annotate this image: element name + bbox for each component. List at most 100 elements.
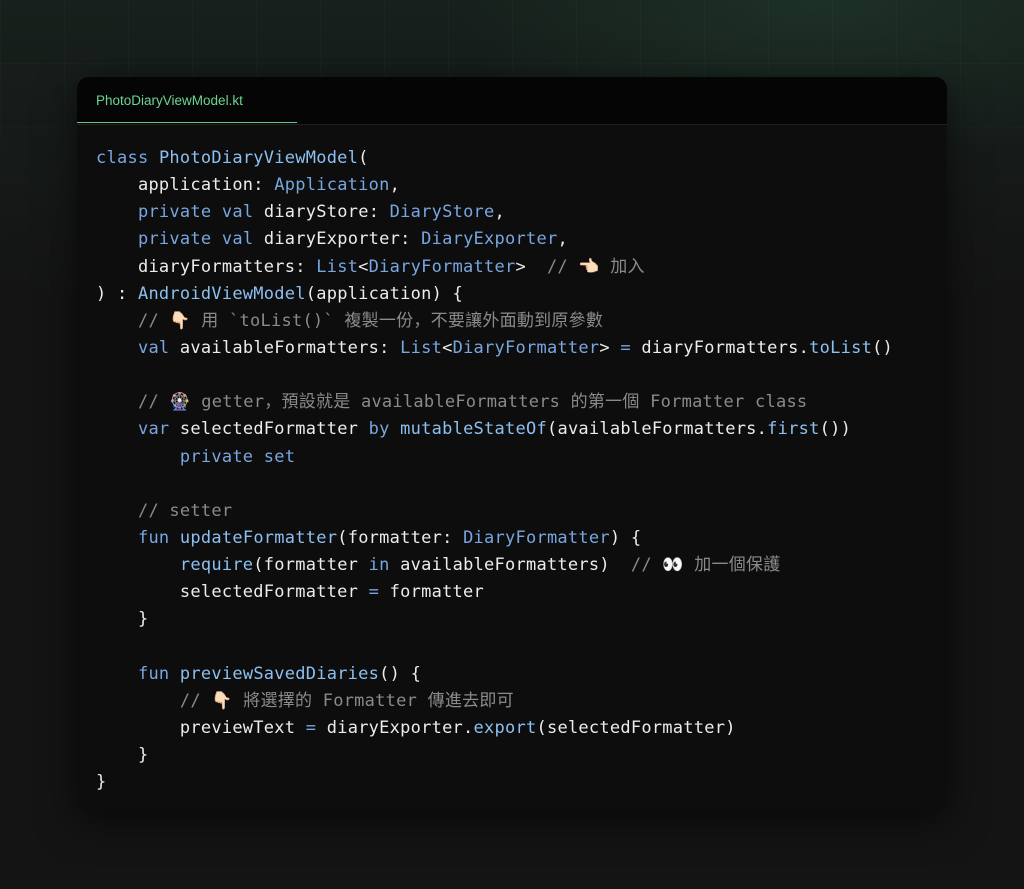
code-token-punctuation: ( <box>253 555 264 576</box>
code-token-punctuation <box>316 718 327 738</box>
code-token-punctuation <box>253 229 264 249</box>
code-token-punctuation: ( <box>305 283 317 304</box>
code-token-operator: = <box>368 582 380 603</box>
code-token-identifier: availableFormatters <box>557 419 757 440</box>
code-token-punctuation: > <box>515 256 547 277</box>
code-line: private val diaryStore: DiaryStore, <box>96 199 937 226</box>
code-editor[interactable]: class PhotoDiaryViewModel( application: … <box>96 145 937 796</box>
code-token-keyword: set <box>263 446 296 467</box>
code-token-punctuation: , <box>494 202 506 223</box>
code-token-punctuation <box>148 148 159 168</box>
code-token-punctuation <box>169 338 180 358</box>
code-token-punctuation: : <box>295 256 317 277</box>
code-token-punctuation: ( <box>358 148 369 168</box>
code-token-identifier: diaryFormatters <box>641 337 799 358</box>
code-token-punctuation: : <box>368 202 390 223</box>
tab-file[interactable]: PhotoDiaryViewModel.kt <box>77 77 297 123</box>
code-line: val availableFormatters: List<DiaryForma… <box>96 335 937 362</box>
code-token-punctuation <box>169 664 180 684</box>
code-token-function-name: PhotoDiaryViewModel <box>158 148 359 168</box>
code-line: private set <box>96 444 937 471</box>
code-token-punctuation <box>96 555 180 575</box>
code-token-comment: // setter <box>137 500 233 521</box>
code-token-punctuation <box>169 419 180 439</box>
code-token-function-name: AndroidViewModel <box>137 283 306 304</box>
code-token-keyword: private <box>179 446 254 467</box>
code-line: fun updateFormatter(formatter: DiaryForm… <box>96 525 937 552</box>
code-line: require(formatter in availableFormatters… <box>96 552 937 579</box>
code-line: // setter <box>96 498 937 525</box>
code-token-punctuation <box>96 311 138 331</box>
code-token-identifier: diaryExporter <box>326 717 464 738</box>
code-token-type-name: DiaryFormatter <box>463 527 610 548</box>
code-token-punctuation: , <box>389 175 401 196</box>
code-line: private val diaryExporter: DiaryExporter… <box>96 226 937 253</box>
code-token-comment: // 👇🏻 用 `toList()` 複製一份，不要讓外面動到原參數 <box>137 310 604 331</box>
code-token-punctuation: : <box>379 337 401 358</box>
code-token-type-name: DiaryFormatter <box>452 337 600 358</box>
code-token-punctuation <box>96 664 138 684</box>
code-token-identifier: diaryStore <box>263 202 369 223</box>
code-token-identifier: previewText <box>179 717 296 738</box>
code-token-identifier: selectedFormatter <box>546 717 726 738</box>
code-token-keyword: class <box>96 148 149 168</box>
code-token-comment: // 👈🏻 加入 <box>546 256 645 277</box>
code-token-punctuation: ( <box>536 717 547 738</box>
code-token-punctuation: < <box>358 256 369 277</box>
code-token-punctuation: ( <box>546 419 558 440</box>
code-token-punctuation <box>379 582 390 602</box>
code-token-comment: // 🎡 getter，預設就是 availableFormatters 的第一… <box>137 392 808 413</box>
code-token-function-name: export <box>473 717 537 738</box>
code-token-punctuation <box>96 202 138 222</box>
code-token-identifier: formatter <box>389 582 485 603</box>
code-token-punctuation <box>390 555 401 575</box>
code-token-punctuation <box>96 501 138 521</box>
code-token-type-name: List <box>316 256 359 277</box>
code-token-operator: = <box>620 337 631 358</box>
code-token-punctuation <box>96 175 138 195</box>
code-token-type-name: DiaryExporter <box>421 229 558 250</box>
code-token-punctuation: ) : <box>96 283 138 304</box>
code-token-identifier: selectedFormatter <box>179 419 359 440</box>
code-token-punctuation <box>96 582 180 602</box>
code-token-punctuation: } <box>96 745 149 766</box>
code-token-type-name: List <box>400 337 443 358</box>
code-token-keyword: val <box>221 229 254 250</box>
code-line: // 👇🏻 用 `toList()` 複製一份，不要讓外面動到原參數 <box>96 308 937 335</box>
code-token-function-name: require <box>179 555 254 576</box>
code-token-function-name: first <box>767 419 820 440</box>
code-token-punctuation: ) { <box>431 283 464 304</box>
code-token-type-name: Application <box>274 175 390 196</box>
code-token-punctuation: () { <box>379 663 422 684</box>
code-token-keyword: var <box>137 419 170 440</box>
code-token-punctuation: ()) <box>819 419 852 440</box>
tab-file-label: PhotoDiaryViewModel.kt <box>96 93 243 108</box>
code-token-punctuation: . <box>756 419 768 440</box>
code-token-punctuation: . <box>463 717 474 738</box>
code-token-punctuation <box>96 392 138 412</box>
code-line: application: Application, <box>96 172 937 199</box>
code-line: ) : AndroidViewModel(application) { <box>96 281 937 308</box>
code-line: fun previewSavedDiaries() { <box>96 661 937 688</box>
code-token-identifier: selectedFormatter <box>179 582 359 603</box>
code-token-keyword: fun <box>137 527 170 548</box>
code-token-type-name: DiaryStore <box>389 202 495 223</box>
code-token-punctuation: . <box>798 337 810 358</box>
code-token-punctuation <box>169 528 180 548</box>
code-line: previewText = diaryExporter.export(selec… <box>96 715 937 742</box>
code-token-keyword: in <box>368 555 390 576</box>
code-token-function-name: updateFormatter <box>179 527 338 548</box>
code-line: // 🎡 getter，預設就是 availableFormatters 的第一… <box>96 389 937 416</box>
code-token-keyword: fun <box>137 663 170 684</box>
code-token-punctuation <box>253 202 264 222</box>
code-token-comment: // 👀 加一個保護 <box>630 555 781 576</box>
code-token-punctuation <box>295 718 306 738</box>
code-token-identifier: formatter <box>347 527 443 548</box>
code-line: } <box>96 606 937 633</box>
code-token-identifier: application <box>137 175 254 196</box>
code-token-keyword: val <box>137 337 170 358</box>
code-token-punctuation <box>96 718 180 738</box>
code-token-punctuation <box>96 691 180 711</box>
